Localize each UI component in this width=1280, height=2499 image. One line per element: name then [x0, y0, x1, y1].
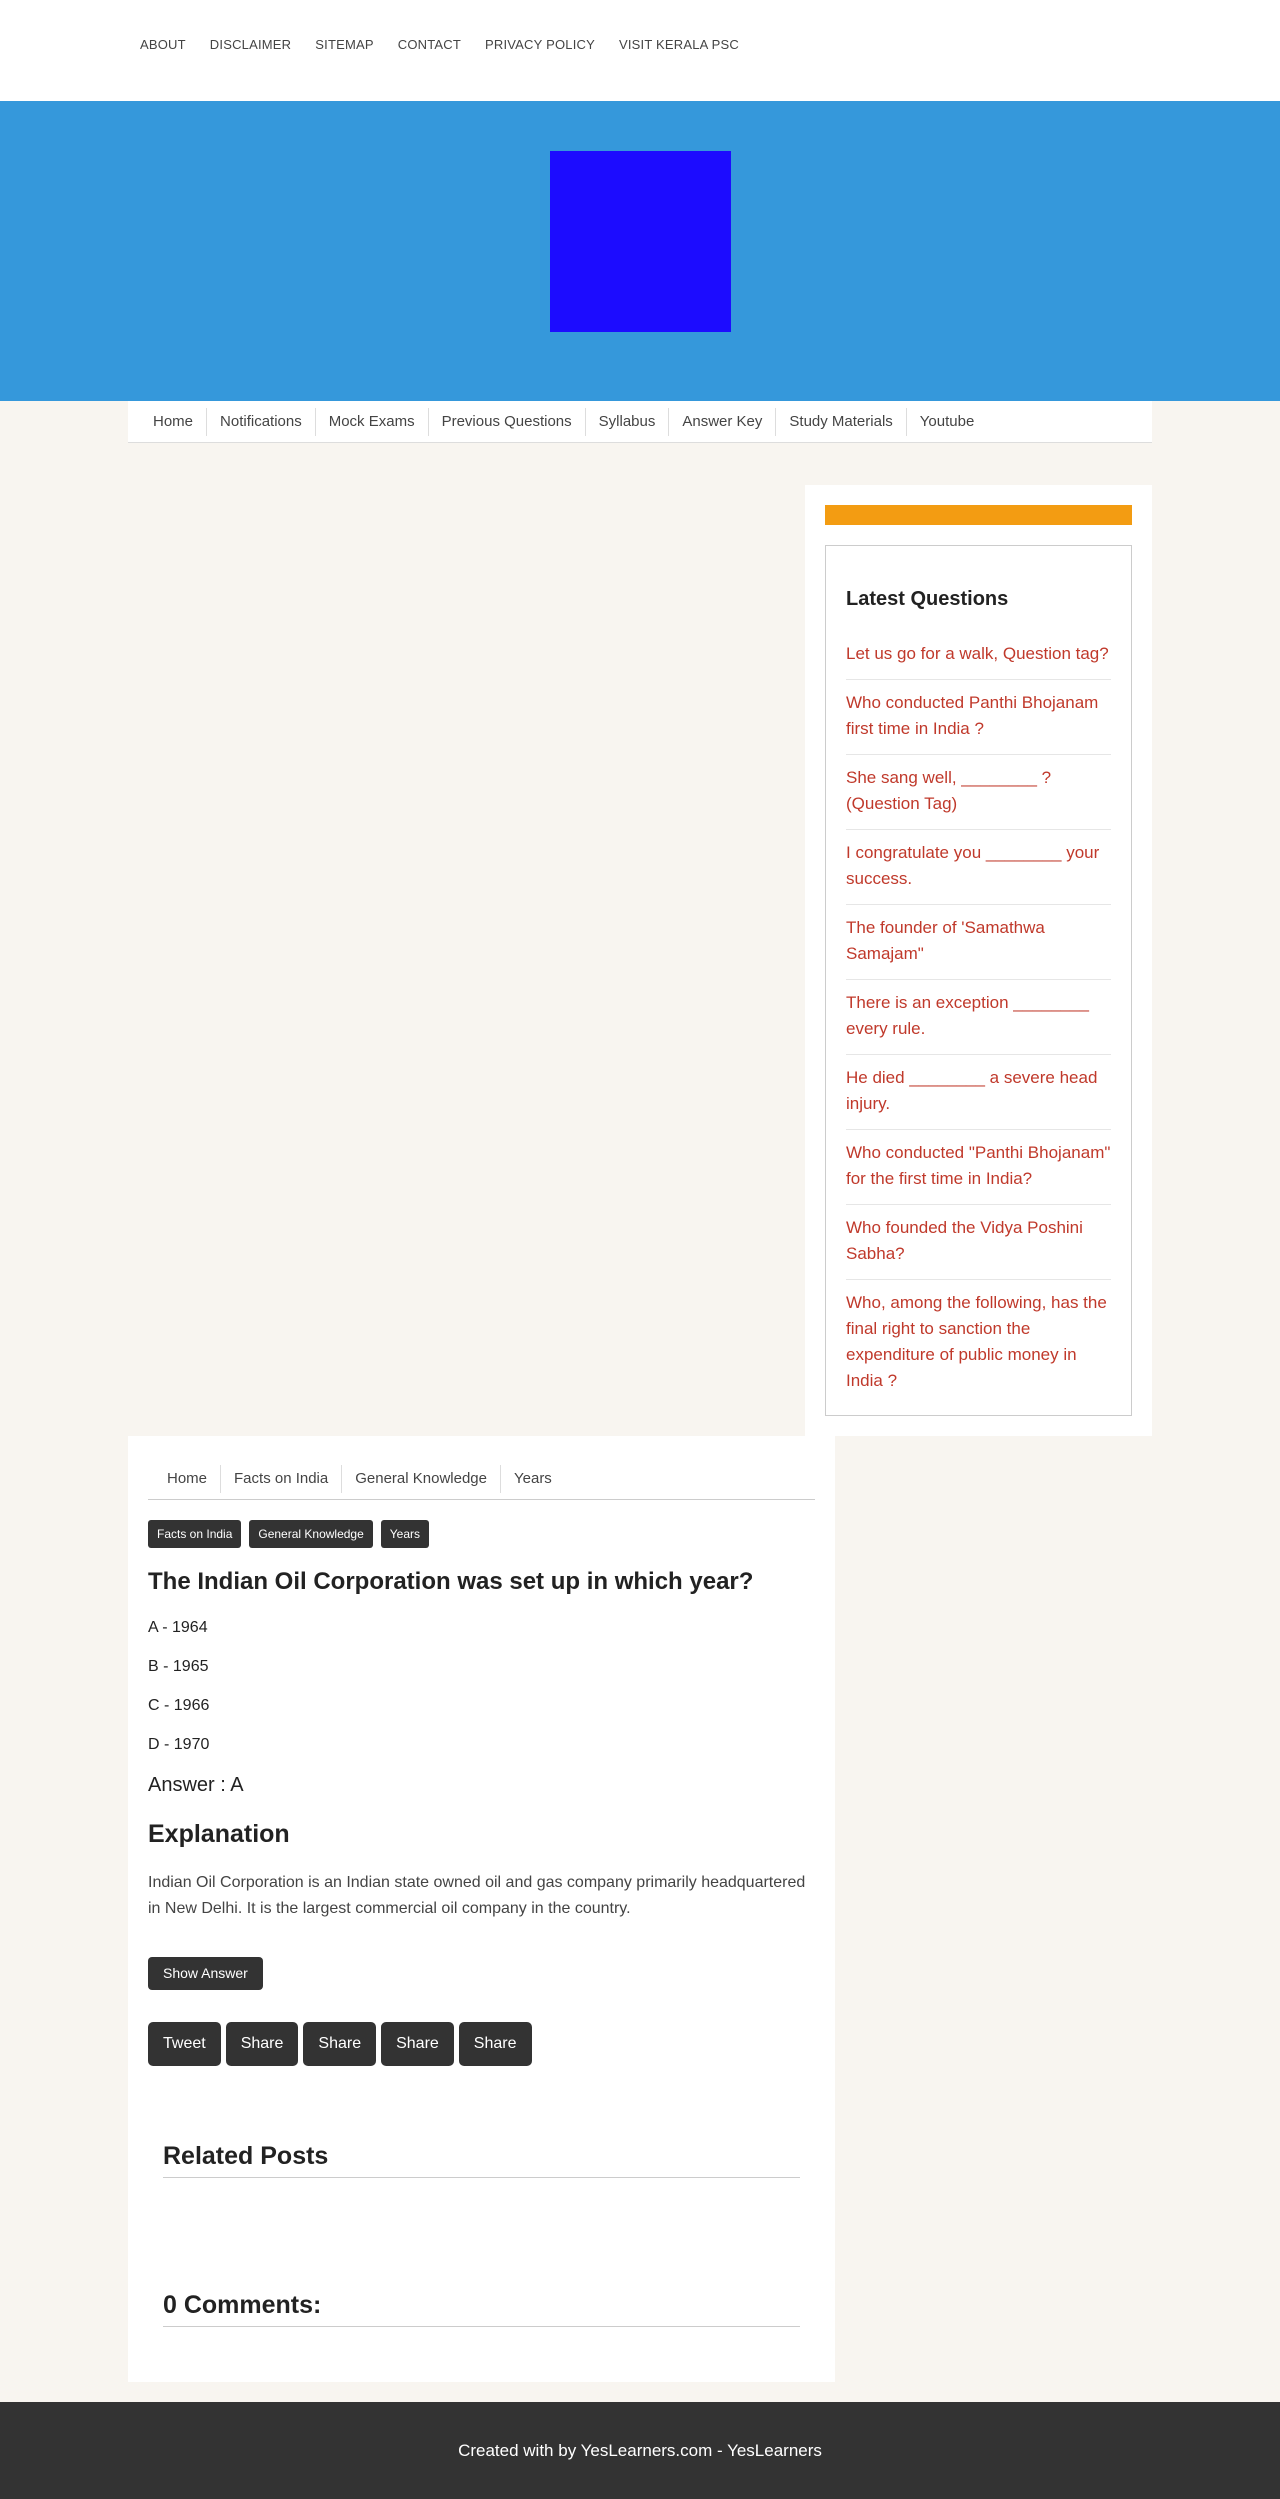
latest-questions-widget: Latest Questions Let us go for a walk, Q…	[825, 545, 1132, 1416]
top-bar: ABOUT DISCLAIMER SITEMAP CONTACT PRIVACY…	[0, 0, 1280, 101]
latest-question-link[interactable]: Who, among the following, has the final …	[846, 1280, 1111, 1406]
top-nav-disclaimer[interactable]: DISCLAIMER	[198, 34, 303, 55]
breadcrumb: Home Facts on India General Knowledge Ye…	[148, 1458, 815, 1500]
main-nav: Home Notifications Mock Exams Previous Q…	[128, 401, 1152, 443]
site-logo[interactable]	[550, 151, 731, 332]
top-nav: ABOUT DISCLAIMER SITEMAP CONTACT PRIVACY…	[128, 34, 751, 55]
top-nav-sitemap[interactable]: SITEMAP	[303, 34, 385, 55]
latest-question-link[interactable]: Who conducted "Panthi Bhojanam" for the …	[846, 1130, 1111, 1205]
latest-question-link[interactable]: I congratulate you ________ your success…	[846, 830, 1111, 905]
related-posts-title: Related Posts	[163, 2142, 800, 2178]
latest-question-link[interactable]: Who conducted Panthi Bhojanam first time…	[846, 680, 1111, 755]
explanation-text: Indian Oil Corporation is an Indian stat…	[148, 1874, 806, 1917]
option-d: D - 1970	[148, 1736, 210, 1753]
main-nav-home[interactable]: Home	[140, 407, 208, 436]
main-nav-study-materials[interactable]: Study Materials	[776, 407, 907, 436]
latest-question-link[interactable]: There is an exception ________ every rul…	[846, 980, 1111, 1055]
share-button[interactable]: Share	[381, 2022, 454, 2066]
tweet-button[interactable]: Tweet	[148, 2022, 221, 2066]
site-footer: Created with by YesLearners.com - YesLea…	[0, 2402, 1280, 2499]
breadcrumb-home[interactable]: Home	[154, 1464, 222, 1493]
latest-question-link[interactable]: She sang well, ________ ? (Question Tag)	[846, 755, 1111, 830]
share-buttons: Tweet Share Share Share Share	[148, 2022, 532, 2066]
latest-question-link[interactable]: The founder of 'Samathwa Samajam"	[846, 905, 1111, 980]
option-c: C - 1966	[148, 1697, 210, 1714]
explanation-title: Explanation	[148, 1820, 290, 1848]
main-nav-previous-questions[interactable]: Previous Questions	[429, 407, 586, 436]
breadcrumb-general-knowledge[interactable]: General Knowledge	[342, 1464, 501, 1493]
latest-question-link[interactable]: Who founded the Vidya Poshini Sabha?	[846, 1205, 1111, 1280]
tag-facts-on-india[interactable]: Facts on India	[148, 1520, 242, 1548]
share-button[interactable]: Share	[225, 2022, 299, 2066]
top-nav-privacy-policy[interactable]: PRIVACY POLICY	[473, 34, 607, 55]
post-tags: Facts on India General Knowledge Years	[148, 1520, 430, 1548]
main-nav-syllabus[interactable]: Syllabus	[586, 407, 670, 436]
header-banner	[0, 101, 1280, 401]
question-title: The Indian Oil Corporation was set up in…	[148, 1568, 754, 1595]
top-nav-visit-kerala-psc[interactable]: VISIT KERALA PSC	[607, 34, 751, 55]
breadcrumb-years[interactable]: Years	[501, 1465, 565, 1493]
main-nav-mock-exams[interactable]: Mock Exams	[316, 407, 429, 436]
main-nav-answer-key[interactable]: Answer Key	[669, 407, 777, 436]
tag-general-knowledge[interactable]: General Knowledge	[249, 1520, 373, 1548]
breadcrumb-facts-on-india[interactable]: Facts on India	[221, 1464, 343, 1493]
show-answer-button[interactable]: Show Answer	[148, 1957, 263, 1990]
option-a: A - 1964	[148, 1619, 208, 1636]
option-b: B - 1965	[148, 1658, 209, 1675]
tag-years[interactable]: Years	[380, 1520, 430, 1548]
sidebar-accent-bar	[825, 505, 1132, 525]
share-button[interactable]: Share	[303, 2022, 377, 2066]
answer-text: Answer : A	[148, 1774, 244, 1796]
top-nav-contact[interactable]: CONTACT	[386, 34, 473, 55]
top-nav-about[interactable]: ABOUT	[128, 34, 198, 55]
latest-question-link[interactable]: Let us go for a walk, Question tag?	[846, 631, 1111, 680]
main-nav-notifications[interactable]: Notifications	[207, 407, 316, 436]
comments-title: 0 Comments:	[163, 2291, 800, 2327]
latest-question-link[interactable]: He died ________ a severe head injury.	[846, 1055, 1111, 1130]
sidebar: Latest Questions Let us go for a walk, Q…	[805, 485, 1152, 1436]
latest-questions-title: Latest Questions	[846, 588, 1009, 610]
share-button[interactable]: Share	[458, 2022, 532, 2066]
main-nav-youtube[interactable]: Youtube	[907, 408, 988, 436]
